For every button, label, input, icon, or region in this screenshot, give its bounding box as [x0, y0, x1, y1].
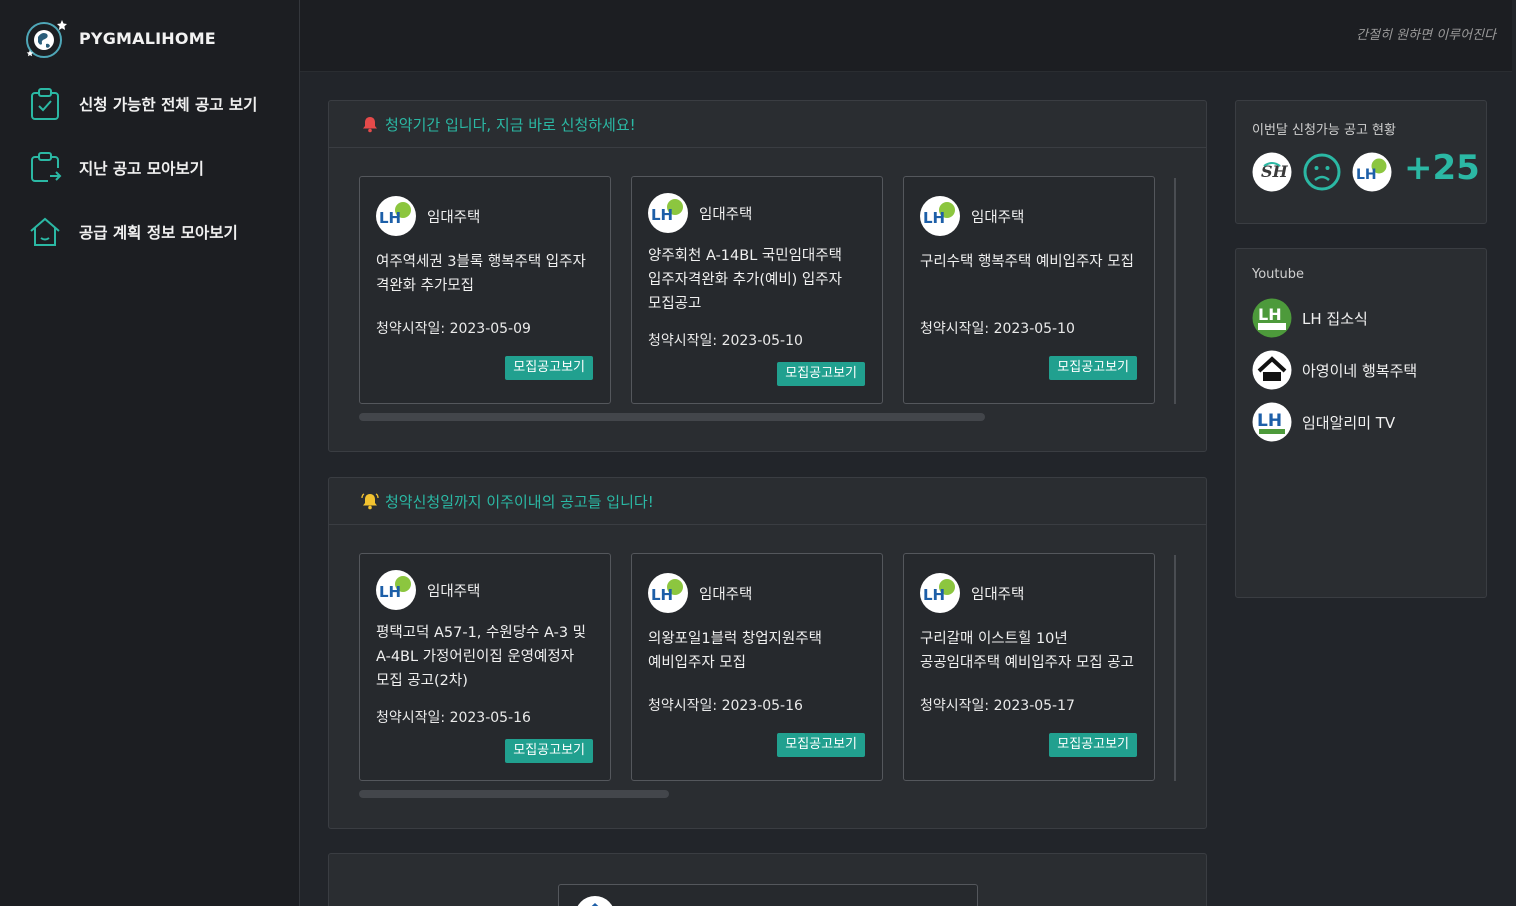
lh-logo: LH: [376, 570, 416, 610]
monthly-status-box: 이번달 신청가능 공고 현황 SH LH +25: [1235, 100, 1487, 224]
clipboard-check-icon: [31, 88, 59, 120]
lh-logo: LH: [648, 193, 688, 233]
horizontal-scrollbar[interactable]: [359, 790, 669, 798]
notice-title: 의왕포일1블럭 창업지원주택 예비입주자 모집: [648, 631, 822, 671]
youtube-channel-ayoung[interactable]: 아영이네 행복주택: [1252, 350, 1417, 390]
card-divider: [1174, 555, 1176, 781]
lh-imdae-alimi-logo: LH: [1252, 402, 1292, 442]
notice-card[interactable]: [558, 884, 978, 906]
section-third: [328, 853, 1207, 906]
view-notice-button[interactable]: 모집공고보기: [505, 356, 593, 380]
lh-logo[interactable]: LH: [1352, 152, 1392, 192]
notice-type: 임대주택: [699, 586, 753, 603]
card-divider: [1174, 178, 1176, 404]
horizontal-scrollbar[interactable]: [359, 413, 985, 421]
youtube-box: Youtube LH LH 집소식 아영이네 행복주택 LH 임대알리미 TV: [1235, 248, 1487, 598]
notice-title: 양주회천 A-14BL 국민임대주택 입주자격완화 추가(예비) 입주자 모집공…: [648, 248, 842, 312]
section-heading: 청약기간 입니다, 지금 바로 신청하세요!: [329, 101, 1206, 148]
monthly-status-title: 이번달 신청가능 공고 현황: [1252, 123, 1396, 138]
notice-date: 청약시작일: 2023-05-09: [376, 321, 531, 337]
notice-date: 청약시작일: 2023-05-10: [648, 333, 803, 349]
ayoung-house-logo: [1252, 350, 1292, 390]
brand[interactable]: PYGMALIHOME: [24, 16, 216, 60]
notice-title: 구리수택 행복주택 예비입주자 모집: [920, 254, 1134, 270]
section-title: 청약기간 입니다, 지금 바로 신청하세요!: [385, 115, 636, 134]
svg-text:LH: LH: [379, 209, 401, 227]
svg-text:LH: LH: [1257, 411, 1282, 431]
sad-face-icon[interactable]: [1302, 152, 1342, 192]
sidebar: PYGMALIHOME 신청 가능한 전체 공고 보기 지난 공고 모아보기 공…: [0, 0, 300, 906]
notice-date: 청약시작일: 2023-05-16: [376, 710, 531, 726]
section-upcoming-notices: 청약신청일까지 이주이내의 공고들 입니다! LH 임대주택 평택고덕 A57-…: [328, 477, 1207, 829]
notice-date: 청약시작일: 2023-05-16: [648, 698, 803, 714]
lh-logo: LH: [648, 573, 688, 613]
notice-title: 구리갈매 이스트힐 10년 공공임대주택 예비입주자 모집 공고: [920, 631, 1134, 671]
notice-card[interactable]: LH 임대주택 양주회천 A-14BL 국민임대주택 입주자격완화 추가(예비)…: [631, 176, 883, 404]
sidebar-item-label: 지난 공고 모아보기: [79, 160, 204, 178]
view-notice-button[interactable]: 모집공고보기: [1049, 356, 1137, 380]
notice-card[interactable]: LH 임대주택 구리수택 행복주택 예비입주자 모집 청약시작일: 2023-0…: [903, 176, 1155, 404]
section-heading: 청약신청일까지 이주이내의 공고들 입니다!: [329, 478, 1206, 525]
sidebar-item-all-notices[interactable]: 신청 가능한 전체 공고 보기: [28, 87, 257, 121]
house-logo-icon: [577, 896, 613, 906]
notice-type: 임대주택: [971, 209, 1025, 226]
notice-card[interactable]: LH 임대주택 구리갈매 이스트힐 10년 공공임대주택 예비입주자 모집 공고…: [903, 553, 1155, 781]
sidebar-item-label: 신청 가능한 전체 공고 보기: [79, 96, 258, 114]
globe-star-logo: [26, 20, 67, 58]
notice-type: 임대주택: [971, 586, 1025, 603]
svg-text:LH: LH: [1258, 305, 1282, 324]
section-open-notices: 청약기간 입니다, 지금 바로 신청하세요! LH 임대주택 여주역세권 3블록…: [328, 100, 1207, 452]
youtube-channel-lh-zipsosik[interactable]: LH LH 집소식: [1252, 298, 1368, 338]
notice-title: 평택고덕 A57-1, 수원당수 A-3 및 A-4BL 가정어린이집 운영예정…: [376, 625, 586, 689]
youtube-channel-imdae-alimi[interactable]: LH 임대알리미 TV: [1252, 402, 1395, 442]
notice-card[interactable]: LH 임대주택 여주역세권 3블록 행복주택 입주자 격완화 추가모집 청약시작…: [359, 176, 611, 404]
lh-zipsosik-logo: LH: [1252, 298, 1292, 338]
notice-title: 여주역세권 3블록 행복주택 입주자 격완화 추가모집: [376, 254, 586, 294]
sidebar-item-supply-plan[interactable]: 공급 계획 정보 모아보기: [28, 215, 238, 249]
sh-logo[interactable]: SH: [1252, 152, 1292, 192]
notice-count: +25: [1404, 148, 1480, 188]
notice-card[interactable]: LH 임대주택 평택고덕 A57-1, 수원당수 A-3 및 A-4BL 가정어…: [359, 553, 611, 781]
tagline: 간절히 원하면 이루어진다: [1356, 28, 1496, 43]
view-notice-button[interactable]: 모집공고보기: [505, 739, 593, 763]
notice-type: 임대주택: [427, 583, 481, 600]
view-notice-button[interactable]: 모집공고보기: [1049, 733, 1137, 757]
clipboard-share-icon: [31, 152, 62, 182]
view-notice-button[interactable]: 모집공고보기: [777, 362, 865, 386]
lh-logo: LH: [376, 196, 416, 236]
youtube-channel-name: 임대알리미 TV: [1302, 413, 1396, 432]
sidebar-item-label: 공급 계획 정보 모아보기: [79, 224, 238, 242]
house-icon: [30, 217, 60, 246]
youtube-channel-name: 아영이네 행복주택: [1302, 361, 1418, 380]
bell-yellow-icon: [361, 493, 379, 510]
svg-text:LH: LH: [379, 583, 401, 601]
notice-type: 임대주택: [427, 209, 481, 226]
view-notice-button[interactable]: 모집공고보기: [777, 733, 865, 757]
notice-type: 임대주택: [699, 206, 753, 223]
notice-date: 청약시작일: 2023-05-17: [920, 698, 1075, 714]
section-title: 청약신청일까지 이주이내의 공고들 입니다!: [385, 492, 654, 511]
brand-name: PYGMALIHOME: [79, 28, 216, 48]
youtube-channel-name: LH 집소식: [1302, 309, 1368, 328]
bell-red-icon: [363, 117, 377, 133]
youtube-title: Youtube: [1252, 267, 1304, 282]
svg-text:LH: LH: [923, 586, 945, 604]
notice-card[interactable]: LH 임대주택 의왕포일1블럭 창업지원주택 예비입주자 모집 청약시작일: 2…: [631, 553, 883, 781]
svg-text:LH: LH: [651, 586, 673, 604]
lh-logo: LH: [920, 573, 960, 613]
sidebar-item-past-notices[interactable]: 지난 공고 모아보기: [28, 151, 204, 185]
svg-text:LH: LH: [923, 209, 945, 227]
lh-logo: LH: [920, 196, 960, 236]
notice-date: 청약시작일: 2023-05-10: [920, 321, 1075, 337]
svg-text:LH: LH: [651, 206, 673, 224]
svg-text:LH: LH: [1356, 167, 1377, 183]
top-bar: 간절히 원하면 이루어진다: [300, 0, 1512, 72]
